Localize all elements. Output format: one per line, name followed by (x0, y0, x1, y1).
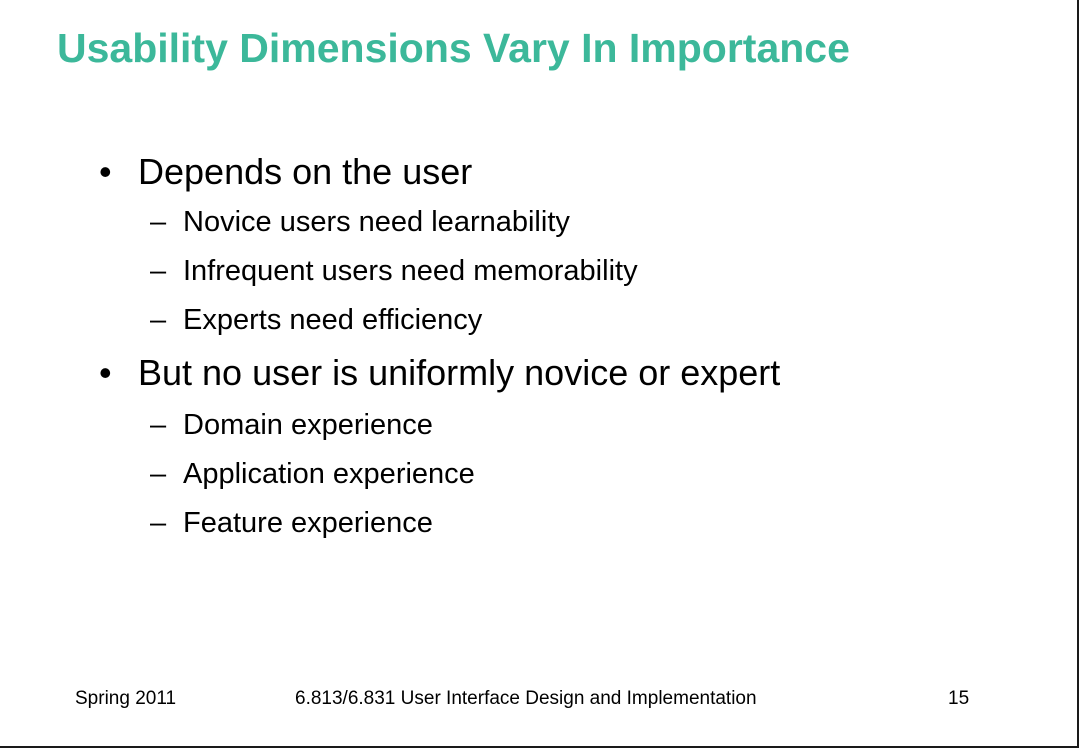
dash-marker: – (150, 304, 167, 336)
dash-marker: – (150, 507, 167, 539)
sub-item-text: Infrequent users need memorability (183, 255, 638, 287)
sub-item-text: Novice users need learnability (183, 206, 570, 238)
dash-marker: – (150, 409, 167, 441)
footer-page-number: 15 (948, 688, 970, 709)
sub-item-text: Domain experience (183, 409, 433, 441)
dash-marker: – (150, 255, 167, 287)
bullet-text: Depends on the user (138, 151, 473, 192)
bullet-marker: • (99, 352, 112, 393)
footer-course-title: 6.813/6.831 User Interface Design and Im… (295, 688, 757, 709)
sub-item-text: Feature experience (183, 507, 433, 539)
dash-marker: – (150, 206, 167, 238)
bullet-text: But no user is uniformly novice or exper… (138, 352, 781, 393)
slide-title: Usability Dimensions Vary In Importance (57, 25, 850, 71)
dash-marker: – (150, 458, 167, 490)
sub-item-text: Experts need efficiency (183, 304, 483, 336)
sub-item-text: Application experience (183, 458, 475, 490)
slide: Usability Dimensions Vary In Importance … (0, 0, 1079, 748)
bullet-marker: • (99, 151, 112, 192)
footer-semester: Spring 2011 (75, 688, 177, 709)
